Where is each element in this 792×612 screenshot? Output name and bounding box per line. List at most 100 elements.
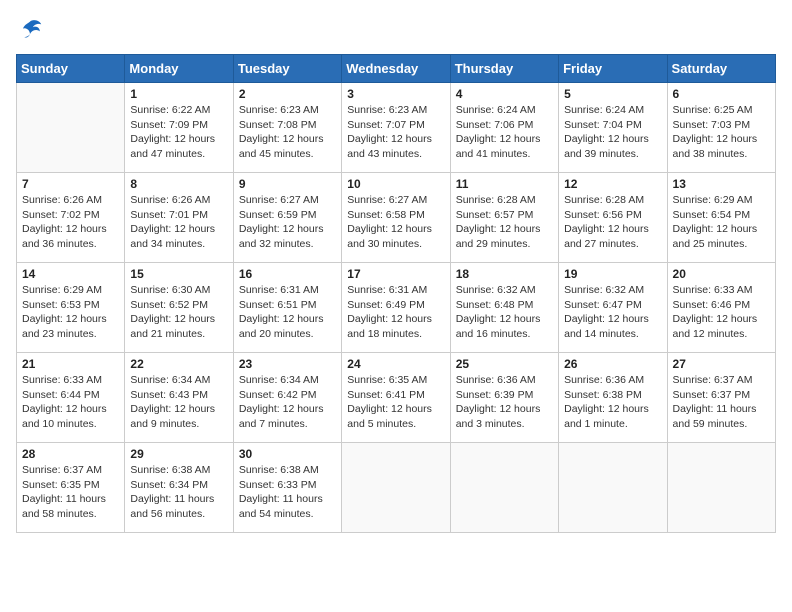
- calendar-cell: [559, 443, 667, 533]
- week-row-1: 1 Sunrise: 6:22 AM Sunset: 7:09 PM Daylig…: [17, 83, 776, 173]
- cell-info: Sunrise: 6:24 AM Sunset: 7:06 PM Dayligh…: [456, 103, 553, 162]
- weekday-header-monday: Monday: [125, 55, 233, 83]
- weekday-header-saturday: Saturday: [667, 55, 775, 83]
- calendar-cell: 15 Sunrise: 6:30 AM Sunset: 6:52 PM Dayli…: [125, 263, 233, 353]
- day-number: 20: [673, 267, 770, 281]
- cell-info: Sunrise: 6:27 AM Sunset: 6:58 PM Dayligh…: [347, 193, 444, 252]
- calendar-cell: 3 Sunrise: 6:23 AM Sunset: 7:07 PM Daylig…: [342, 83, 450, 173]
- cell-info: Sunrise: 6:32 AM Sunset: 6:47 PM Dayligh…: [564, 283, 661, 342]
- week-row-3: 14 Sunrise: 6:29 AM Sunset: 6:53 PM Dayli…: [17, 263, 776, 353]
- calendar-cell: 29 Sunrise: 6:38 AM Sunset: 6:34 PM Dayli…: [125, 443, 233, 533]
- cell-info: Sunrise: 6:22 AM Sunset: 7:09 PM Dayligh…: [130, 103, 227, 162]
- day-number: 14: [22, 267, 119, 281]
- cell-info: Sunrise: 6:28 AM Sunset: 6:56 PM Dayligh…: [564, 193, 661, 252]
- cell-info: Sunrise: 6:38 AM Sunset: 6:34 PM Dayligh…: [130, 463, 227, 522]
- day-number: 26: [564, 357, 661, 371]
- cell-info: Sunrise: 6:31 AM Sunset: 6:51 PM Dayligh…: [239, 283, 336, 342]
- day-number: 29: [130, 447, 227, 461]
- week-row-5: 28Sunrise: 6:37 AM Sunset: 6:35 PM Dayli…: [17, 443, 776, 533]
- day-number: 22: [130, 357, 227, 371]
- weekday-header-row: SundayMondayTuesdayWednesdayThursdayFrid…: [17, 55, 776, 83]
- day-number: 16: [239, 267, 336, 281]
- calendar-cell: 11 Sunrise: 6:28 AM Sunset: 6:57 PM Dayli…: [450, 173, 558, 263]
- calendar-cell: 30 Sunrise: 6:38 AM Sunset: 6:33 PM Dayli…: [233, 443, 341, 533]
- day-number: 7: [22, 177, 119, 191]
- day-number: 9: [239, 177, 336, 191]
- calendar-cell: 20 Sunrise: 6:33 AM Sunset: 6:46 PM Dayli…: [667, 263, 775, 353]
- calendar-cell: 24 Sunrise: 6:35 AM Sunset: 6:41 PM Dayli…: [342, 353, 450, 443]
- day-number: 17: [347, 267, 444, 281]
- calendar-cell: 6 Sunrise: 6:25 AM Sunset: 7:03 PM Daylig…: [667, 83, 775, 173]
- cell-info: Sunrise: 6:31 AM Sunset: 6:49 PM Dayligh…: [347, 283, 444, 342]
- calendar-cell: 27Sunrise: 6:37 AM Sunset: 6:37 PM Dayli…: [667, 353, 775, 443]
- cell-info: Sunrise: 6:29 AM Sunset: 6:53 PM Dayligh…: [22, 283, 119, 342]
- day-number: 12: [564, 177, 661, 191]
- calendar-cell: 5 Sunrise: 6:24 AM Sunset: 7:04 PM Daylig…: [559, 83, 667, 173]
- calendar-table: SundayMondayTuesdayWednesdayThursdayFrid…: [16, 54, 776, 533]
- cell-info: Sunrise: 6:32 AM Sunset: 6:48 PM Dayligh…: [456, 283, 553, 342]
- cell-info: Sunrise: 6:26 AM Sunset: 7:01 PM Dayligh…: [130, 193, 227, 252]
- day-number: 15: [130, 267, 227, 281]
- day-number: 25: [456, 357, 553, 371]
- weekday-header-thursday: Thursday: [450, 55, 558, 83]
- logo-bird-icon: [16, 16, 44, 44]
- weekday-header-tuesday: Tuesday: [233, 55, 341, 83]
- day-number: 27: [673, 357, 770, 371]
- cell-info: Sunrise: 6:33 AM Sunset: 6:46 PM Dayligh…: [673, 283, 770, 342]
- day-number: 5: [564, 87, 661, 101]
- cell-info: Sunrise: 6:38 AM Sunset: 6:33 PM Dayligh…: [239, 463, 336, 522]
- cell-info: Sunrise: 6:26 AM Sunset: 7:02 PM Dayligh…: [22, 193, 119, 252]
- day-number: 2: [239, 87, 336, 101]
- calendar-cell: 12 Sunrise: 6:28 AM Sunset: 6:56 PM Dayli…: [559, 173, 667, 263]
- day-number: 3: [347, 87, 444, 101]
- page-header: [16, 16, 776, 44]
- calendar-cell: [17, 83, 125, 173]
- day-number: 24: [347, 357, 444, 371]
- calendar-cell: 2Sunrise: 6:23 AM Sunset: 7:08 PM Daylig…: [233, 83, 341, 173]
- calendar-cell: [450, 443, 558, 533]
- day-number: 18: [456, 267, 553, 281]
- day-number: 6: [673, 87, 770, 101]
- weekday-header-sunday: Sunday: [17, 55, 125, 83]
- day-number: 1: [130, 87, 227, 101]
- calendar-cell: 18 Sunrise: 6:32 AM Sunset: 6:48 PM Dayli…: [450, 263, 558, 353]
- day-number: 28: [22, 447, 119, 461]
- day-number: 10: [347, 177, 444, 191]
- week-row-4: 21 Sunrise: 6:33 AM Sunset: 6:44 PM Dayli…: [17, 353, 776, 443]
- cell-info: Sunrise: 6:23 AM Sunset: 7:07 PM Dayligh…: [347, 103, 444, 162]
- cell-info: Sunrise: 6:35 AM Sunset: 6:41 PM Dayligh…: [347, 373, 444, 432]
- calendar-cell: 28Sunrise: 6:37 AM Sunset: 6:35 PM Dayli…: [17, 443, 125, 533]
- calendar-cell: 16 Sunrise: 6:31 AM Sunset: 6:51 PM Dayli…: [233, 263, 341, 353]
- calendar-cell: 4 Sunrise: 6:24 AM Sunset: 7:06 PM Daylig…: [450, 83, 558, 173]
- week-row-2: 7 Sunrise: 6:26 AM Sunset: 7:02 PM Daylig…: [17, 173, 776, 263]
- calendar-cell: 21 Sunrise: 6:33 AM Sunset: 6:44 PM Dayli…: [17, 353, 125, 443]
- calendar-cell: 8Sunrise: 6:26 AM Sunset: 7:01 PM Daylig…: [125, 173, 233, 263]
- calendar-cell: 26 Sunrise: 6:36 AM Sunset: 6:38 PM Dayli…: [559, 353, 667, 443]
- calendar-cell: [667, 443, 775, 533]
- cell-info: Sunrise: 6:28 AM Sunset: 6:57 PM Dayligh…: [456, 193, 553, 252]
- cell-info: Sunrise: 6:24 AM Sunset: 7:04 PM Dayligh…: [564, 103, 661, 162]
- day-number: 30: [239, 447, 336, 461]
- calendar-cell: 19Sunrise: 6:32 AM Sunset: 6:47 PM Dayli…: [559, 263, 667, 353]
- cell-info: Sunrise: 6:34 AM Sunset: 6:42 PM Dayligh…: [239, 373, 336, 432]
- cell-info: Sunrise: 6:25 AM Sunset: 7:03 PM Dayligh…: [673, 103, 770, 162]
- calendar-cell: [342, 443, 450, 533]
- calendar-cell: 1 Sunrise: 6:22 AM Sunset: 7:09 PM Daylig…: [125, 83, 233, 173]
- day-number: 4: [456, 87, 553, 101]
- calendar-cell: 10 Sunrise: 6:27 AM Sunset: 6:58 PM Dayli…: [342, 173, 450, 263]
- cell-info: Sunrise: 6:33 AM Sunset: 6:44 PM Dayligh…: [22, 373, 119, 432]
- logo: [16, 16, 48, 44]
- calendar-cell: 23 Sunrise: 6:34 AM Sunset: 6:42 PM Dayli…: [233, 353, 341, 443]
- cell-info: Sunrise: 6:36 AM Sunset: 6:38 PM Dayligh…: [564, 373, 661, 432]
- day-number: 21: [22, 357, 119, 371]
- calendar-cell: 25 Sunrise: 6:36 AM Sunset: 6:39 PM Dayli…: [450, 353, 558, 443]
- calendar-cell: 14 Sunrise: 6:29 AM Sunset: 6:53 PM Dayli…: [17, 263, 125, 353]
- cell-info: Sunrise: 6:30 AM Sunset: 6:52 PM Dayligh…: [130, 283, 227, 342]
- cell-info: Sunrise: 6:34 AM Sunset: 6:43 PM Dayligh…: [130, 373, 227, 432]
- day-number: 23: [239, 357, 336, 371]
- cell-info: Sunrise: 6:29 AM Sunset: 6:54 PM Dayligh…: [673, 193, 770, 252]
- day-number: 11: [456, 177, 553, 191]
- calendar-cell: 13Sunrise: 6:29 AM Sunset: 6:54 PM Dayli…: [667, 173, 775, 263]
- calendar-cell: 22 Sunrise: 6:34 AM Sunset: 6:43 PM Dayli…: [125, 353, 233, 443]
- cell-info: Sunrise: 6:36 AM Sunset: 6:39 PM Dayligh…: [456, 373, 553, 432]
